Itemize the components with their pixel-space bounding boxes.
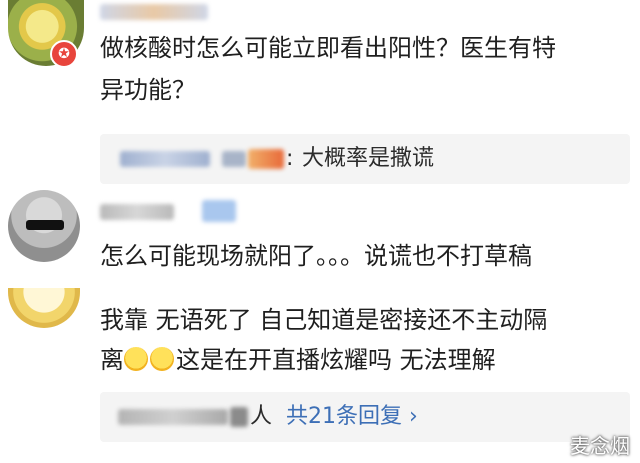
comment-text-line1: 怎么可能现场就阳了。。。说谎也不打草稿 bbox=[100, 242, 532, 270]
reply-text: 大概率是撒谎 bbox=[302, 146, 435, 171]
reply-username-blurred-2 bbox=[222, 151, 246, 167]
comment-1: ✪ 做核酸时怎么可能立即看出阳性？医生有特 异功能？ : 大概率是撒谎 bbox=[0, 0, 640, 190]
comment-3: 我靠 无语死了 自己知道是密接还不主动隔 离 这是在开直播炫耀吗 无法理解 人 共… bbox=[0, 288, 640, 463]
reply-usernames-blurred bbox=[118, 409, 228, 425]
reply-avatar-blurred bbox=[230, 407, 248, 427]
comment-text-line2-body: 这是在开直播炫耀吗 无法理解 bbox=[176, 346, 496, 374]
avatar[interactable] bbox=[8, 288, 80, 328]
comment-text-line2-prefix: 离 bbox=[100, 346, 124, 374]
reply-box[interactable]: : 大概率是撒谎 bbox=[100, 134, 630, 184]
comment-2: 怎么可能现场就阳了。。。说谎也不打草稿 bbox=[0, 190, 640, 288]
comment-text-line1: 我靠 无语死了 自己知道是密接还不主动隔 bbox=[100, 306, 548, 334]
reply-username-blurred[interactable] bbox=[120, 151, 210, 167]
verified-badge-icon: ✪ bbox=[50, 40, 78, 68]
comment-text-line2: 异功能？ bbox=[100, 76, 196, 104]
smile-emoji-icon bbox=[150, 347, 174, 371]
replies-suffix: 人 bbox=[250, 404, 273, 429]
username-blurred[interactable] bbox=[100, 4, 208, 20]
avatar[interactable] bbox=[8, 190, 80, 262]
smile-emoji-icon bbox=[124, 347, 148, 371]
watermark: 麦念烟 bbox=[570, 434, 630, 458]
reply-badge-blurred bbox=[248, 149, 284, 169]
comment-text-line2: 离 这是在开直播炫耀吗 无法理解 bbox=[100, 340, 496, 380]
comment-text-line1: 做核酸时怎么可能立即看出阳性？医生有特 bbox=[100, 34, 556, 62]
username-blurred[interactable] bbox=[100, 204, 174, 220]
user-level-badge-blurred bbox=[202, 200, 236, 222]
more-replies-box[interactable]: 人 共21条回复 › bbox=[100, 392, 630, 442]
more-replies-link[interactable]: 共21条回复 › bbox=[286, 392, 418, 442]
reply-separator: : bbox=[286, 146, 294, 171]
sunglasses-icon bbox=[26, 220, 64, 230]
